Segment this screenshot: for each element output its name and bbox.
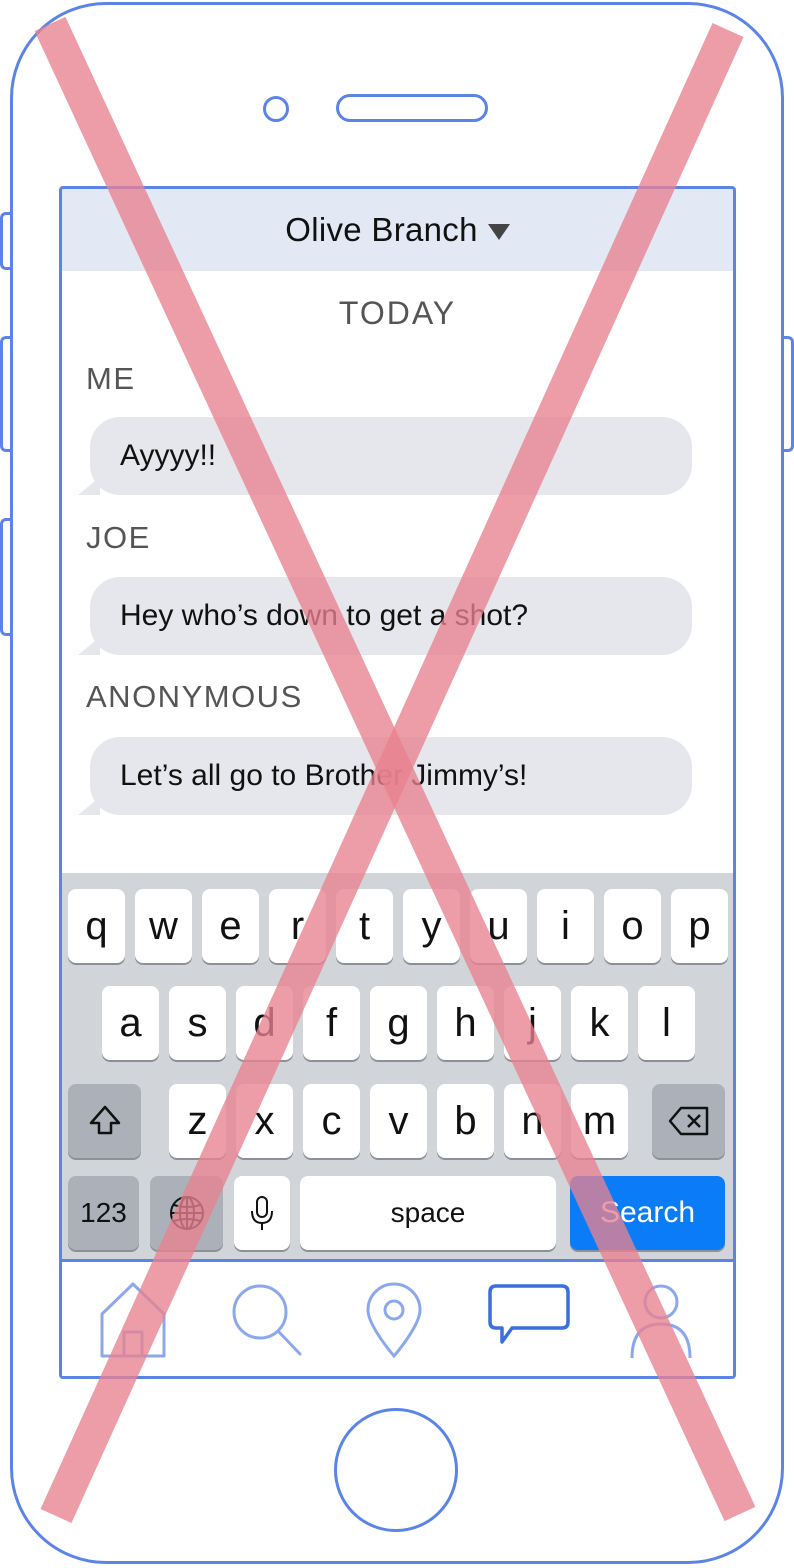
location-pin-icon: [366, 1282, 422, 1359]
tab-map[interactable]: [364, 1280, 424, 1364]
shift-arrow-icon: [89, 1105, 120, 1135]
home-button[interactable]: [334, 1408, 458, 1532]
globe-icon: [169, 1196, 204, 1230]
key-o[interactable]: o: [604, 889, 661, 963]
side-button-power: [784, 336, 794, 452]
front-camera: [263, 96, 289, 122]
globe-key[interactable]: [150, 1176, 223, 1250]
key-p[interactable]: p: [671, 889, 728, 963]
chat-header[interactable]: Olive Branch: [62, 189, 733, 271]
key-i[interactable]: i: [537, 889, 594, 963]
phone-screen: Olive Branch TODAY ME Ayyyy!! JOE Hey wh…: [59, 186, 736, 1379]
bubble-tail: [78, 797, 100, 815]
message-sender: ANONYMOUS: [86, 679, 303, 714]
keyboard: q w e r t y u i o p a s d f g h j k l z …: [62, 873, 733, 1259]
earpiece-speaker: [336, 94, 488, 122]
day-separator: TODAY: [338, 295, 457, 331]
key-c[interactable]: c: [303, 1084, 360, 1158]
dictation-key[interactable]: [234, 1176, 290, 1250]
key-z[interactable]: z: [169, 1084, 226, 1158]
key-x[interactable]: x: [236, 1084, 293, 1158]
key-b[interactable]: b: [437, 1084, 494, 1158]
message-text: Let’s all go to Brother Jimmy’s!: [120, 759, 528, 792]
home-icon: [100, 1282, 166, 1358]
key-y[interactable]: y: [403, 889, 460, 963]
key-q[interactable]: q: [68, 889, 125, 963]
side-button-volume-up: [0, 336, 10, 452]
chat-bubble-icon: [488, 1284, 570, 1344]
space-key[interactable]: space: [300, 1176, 556, 1250]
message-bubble: Ayyyy!!: [78, 417, 692, 495]
backspace-icon: [668, 1106, 708, 1136]
bubble-tail: [78, 477, 100, 495]
search-key[interactable]: Search: [570, 1176, 725, 1250]
message-text: Ayyyy!!: [120, 439, 217, 472]
key-t[interactable]: t: [336, 889, 393, 963]
bubble-tail: [78, 637, 100, 655]
key-v[interactable]: v: [370, 1084, 427, 1158]
key-u[interactable]: u: [470, 889, 527, 963]
key-r[interactable]: r: [269, 889, 326, 963]
tab-profile[interactable]: [628, 1280, 694, 1364]
key-a[interactable]: a: [102, 986, 159, 1060]
key-l[interactable]: l: [638, 986, 695, 1060]
dropdown-caret-icon[interactable]: [487, 224, 510, 240]
key-j[interactable]: j: [504, 986, 561, 1060]
microphone-icon: [251, 1196, 273, 1230]
chat-title: Olive Branch: [285, 211, 478, 248]
key-m[interactable]: m: [571, 1084, 628, 1158]
key-k[interactable]: k: [571, 986, 628, 1060]
key-w[interactable]: w: [135, 889, 192, 963]
key-s[interactable]: s: [169, 986, 226, 1060]
tab-bar: [62, 1259, 733, 1376]
tab-search[interactable]: [230, 1280, 306, 1364]
message-sender: JOE: [86, 520, 151, 555]
message-text: Hey who’s down to get a shot?: [120, 599, 529, 632]
key-h[interactable]: h: [437, 986, 494, 1060]
numbers-key[interactable]: 123: [68, 1176, 139, 1250]
side-button-mute: [0, 212, 10, 270]
side-button-volume-down: [0, 518, 10, 636]
key-f[interactable]: f: [303, 986, 360, 1060]
shift-key[interactable]: [68, 1084, 141, 1158]
tab-home[interactable]: [98, 1280, 168, 1364]
profile-icon: [630, 1284, 692, 1359]
search-icon: [232, 1284, 302, 1356]
tab-messages[interactable]: [486, 1280, 572, 1364]
message-bubble: Let’s all go to Brother Jimmy’s!: [78, 737, 692, 815]
key-e[interactable]: e: [202, 889, 259, 963]
key-n[interactable]: n: [504, 1084, 561, 1158]
message-sender: ME: [86, 361, 136, 396]
message-bubble: Hey who’s down to get a shot?: [78, 577, 692, 655]
key-g[interactable]: g: [370, 986, 427, 1060]
backspace-key[interactable]: [652, 1084, 725, 1158]
key-d[interactable]: d: [236, 986, 293, 1060]
